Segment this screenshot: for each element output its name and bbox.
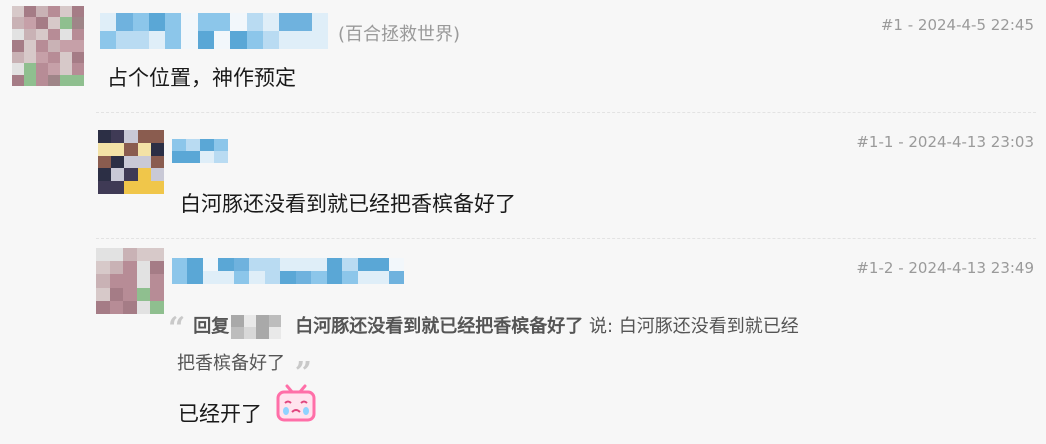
- comment-text: 已经开了: [178, 398, 262, 428]
- open-quote-icon: “: [168, 311, 186, 346]
- divider: [96, 238, 1036, 239]
- floor-meta[interactable]: #1-1 - 2024-4-13 23:03: [856, 133, 1034, 151]
- user-tag: (百合拯救世界): [338, 24, 461, 45]
- avatar[interactable]: [12, 6, 84, 86]
- comment-text-body: 已经开了: [178, 402, 262, 426]
- floor-number[interactable]: #1-1: [856, 133, 893, 151]
- divider: [96, 112, 1036, 113]
- quoted-text-continued: 把香槟备好了: [177, 353, 285, 374]
- quoted-username-blurred[interactable]: [231, 315, 282, 339]
- post-date: 2024-4-13 23:03: [908, 133, 1034, 151]
- floor-number[interactable]: #1: [881, 16, 903, 34]
- meta-separator: -: [893, 133, 909, 151]
- said-label: 说:: [589, 316, 614, 337]
- username-blurred[interactable]: [100, 13, 328, 49]
- comment-thread: (百合拯救世界) #1 - 2024-4-5 22:45 占个位置，神作预定 #…: [0, 0, 1046, 444]
- quoted-text: 白河豚还没看到就已经: [618, 316, 799, 337]
- quoted-text-bold: 白河豚还没看到就已经把香槟备好了: [295, 316, 584, 337]
- floor-meta[interactable]: #1 - 2024-4-5 22:45: [881, 16, 1034, 34]
- comment-text: 占个位置，神作预定: [107, 66, 296, 90]
- floor-meta[interactable]: #1-2 - 2024-4-13 23:49: [856, 259, 1034, 277]
- reply-prefix: 回复: [193, 316, 230, 337]
- username-blurred[interactable]: [172, 139, 228, 163]
- meta-separator: -: [902, 16, 918, 34]
- floor-number[interactable]: #1-2: [856, 259, 893, 277]
- avatar[interactable]: [98, 130, 164, 194]
- comment-text: 白河豚还没看到就已经把香槟备好了: [180, 192, 516, 216]
- reply-quote: “ 回复 白河豚还没看到就已经把香槟备好了 说: 白河豚还没看到就已经 把香槟备好了…: [168, 306, 928, 390]
- post-date: 2024-4-5 22:45: [917, 16, 1034, 34]
- meta-separator: -: [893, 259, 909, 277]
- username-blurred[interactable]: [172, 258, 404, 284]
- crying-tv-emoji-icon: [276, 384, 316, 422]
- avatar[interactable]: [96, 248, 164, 314]
- post-date: 2024-4-13 23:49: [908, 259, 1034, 277]
